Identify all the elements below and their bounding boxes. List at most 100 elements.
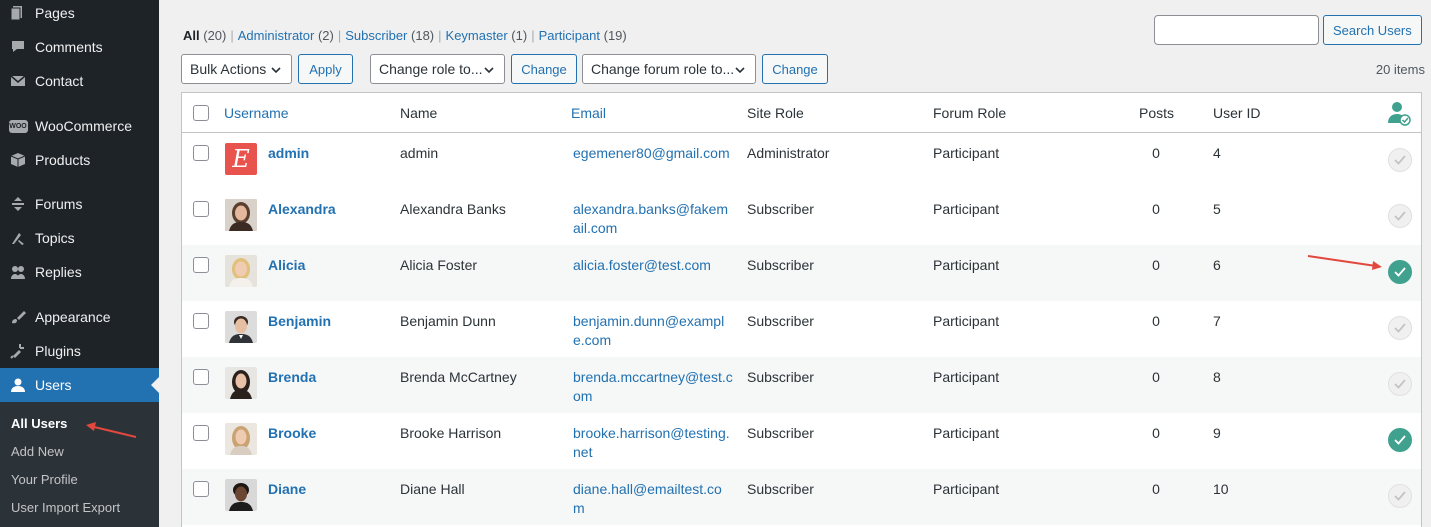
- apply-button[interactable]: Apply: [298, 54, 353, 84]
- username-link[interactable]: Benjamin: [268, 312, 331, 331]
- row-checkbox[interactable]: [193, 201, 209, 217]
- user-email[interactable]: alicia.foster@test.com: [573, 256, 733, 275]
- appearance-icon: [8, 307, 28, 327]
- table-row: Brenda Brenda McCartney brenda.mccartney…: [182, 357, 1421, 413]
- sidebar-item-label: WooCommerce: [35, 118, 132, 134]
- sidebar-item-woocommerce[interactable]: WOO WooCommerce: [0, 109, 159, 143]
- username-link[interactable]: Diane: [268, 480, 306, 499]
- row-checkbox[interactable]: [193, 481, 209, 497]
- verify-toggle[interactable]: [1388, 428, 1412, 452]
- forums-icon: [8, 194, 28, 214]
- filter-administrator[interactable]: Administrator: [238, 28, 315, 43]
- select-all-checkbox[interactable]: [193, 105, 209, 121]
- username-link[interactable]: Alicia: [268, 256, 305, 275]
- submenu-user-import-export[interactable]: User Import Export: [11, 500, 120, 515]
- sidebar-item-label: Users: [35, 377, 72, 393]
- filter-subscriber[interactable]: Subscriber: [345, 28, 407, 43]
- user-name: Alexandra Banks: [400, 201, 506, 217]
- sidebar-item-topics[interactable]: Topics: [0, 221, 159, 255]
- user-email[interactable]: benjamin.dunn@example.com: [573, 312, 733, 350]
- sidebar-item-label: Replies: [35, 264, 82, 280]
- user-email[interactable]: diane.hall@emailtest.com: [573, 480, 733, 518]
- user-email[interactable]: brooke.harrison@testing.net: [573, 424, 733, 462]
- sidebar-item-appearance[interactable]: Appearance: [0, 300, 159, 334]
- column-posts: Posts: [1139, 105, 1175, 121]
- verify-toggle[interactable]: [1388, 148, 1412, 172]
- table-row: E admin admin egemener80@gmail.com Admin…: [182, 133, 1421, 189]
- username-link[interactable]: Brooke: [268, 424, 316, 443]
- user-id: 7: [1213, 313, 1221, 329]
- row-checkbox[interactable]: [193, 145, 209, 161]
- column-email[interactable]: Email: [571, 105, 606, 121]
- products-icon: [8, 150, 28, 170]
- user-email[interactable]: brenda.mccartney@test.com: [573, 368, 733, 406]
- user-posts: 0: [1152, 201, 1160, 217]
- submenu-add-new[interactable]: Add New: [11, 444, 64, 459]
- user-id: 8: [1213, 369, 1221, 385]
- user-site-role: Subscriber: [747, 201, 814, 217]
- column-username[interactable]: Username: [224, 105, 289, 121]
- table-row: Alicia Alicia Foster alicia.foster@test.…: [182, 245, 1421, 301]
- sidebar-item-contact[interactable]: Contact: [0, 64, 159, 98]
- verify-toggle[interactable]: [1388, 484, 1412, 508]
- avatar: E: [225, 143, 257, 175]
- avatar: [225, 199, 257, 231]
- submenu-all-users[interactable]: All Users: [11, 416, 67, 431]
- search-users-button[interactable]: Search Users: [1323, 15, 1422, 45]
- column-name: Name: [400, 105, 438, 121]
- user-posts: 0: [1152, 481, 1160, 497]
- sidebar-item-label: Forums: [35, 196, 83, 212]
- annotation-arrow-verified: [1307, 255, 1382, 270]
- user-email[interactable]: egemener80@gmail.com: [573, 144, 733, 163]
- submenu-your-profile[interactable]: Your Profile: [11, 472, 78, 487]
- change-forum-role-select[interactable]: Change forum role to...: [582, 54, 756, 84]
- check-icon: [1394, 323, 1406, 333]
- sidebar-item-forums[interactable]: Forums: [0, 187, 159, 221]
- avatar: [225, 423, 257, 455]
- avatar: [225, 255, 257, 287]
- sidebar-item-label: Comments: [35, 39, 103, 55]
- row-checkbox[interactable]: [193, 313, 209, 329]
- change-forum-role-button[interactable]: Change: [762, 54, 828, 84]
- sidebar-item-comments[interactable]: Comments: [0, 30, 159, 64]
- row-checkbox[interactable]: [193, 257, 209, 273]
- row-checkbox[interactable]: [193, 425, 209, 441]
- verify-toggle[interactable]: [1388, 204, 1412, 228]
- sidebar-item-pages[interactable]: Pages: [0, 0, 159, 30]
- sidebar-item-products[interactable]: Products: [0, 143, 159, 177]
- bulk-actions-select[interactable]: Bulk Actions: [181, 54, 292, 84]
- user-forum-role: Participant: [933, 369, 1000, 385]
- column-forum-role: Forum Role: [933, 105, 1007, 121]
- filter-keymaster[interactable]: Keymaster: [446, 28, 508, 43]
- sidebar-item-plugins[interactable]: Plugins: [0, 334, 159, 368]
- change-role-button[interactable]: Change: [511, 54, 577, 84]
- user-forum-role: Participant: [933, 313, 1000, 329]
- check-icon: [1394, 379, 1406, 389]
- woocommerce-icon: WOO: [8, 116, 28, 136]
- search-input[interactable]: [1154, 15, 1319, 45]
- user-id: 9: [1213, 425, 1221, 441]
- user-posts: 0: [1152, 313, 1160, 329]
- row-checkbox[interactable]: [193, 369, 209, 385]
- filter-participant[interactable]: Participant: [539, 28, 600, 43]
- user-verified-icon: [1388, 102, 1411, 126]
- username-link[interactable]: Brenda: [268, 368, 316, 387]
- verify-toggle[interactable]: [1388, 372, 1412, 396]
- change-role-select[interactable]: Change role to...: [370, 54, 505, 84]
- username-link[interactable]: admin: [268, 144, 309, 163]
- sidebar-item-users[interactable]: Users: [0, 368, 159, 402]
- user-forum-role: Participant: [933, 425, 1000, 441]
- verify-toggle[interactable]: [1388, 316, 1412, 340]
- username-link[interactable]: Alexandra: [268, 200, 336, 219]
- filter-all[interactable]: All: [183, 28, 200, 43]
- avatar: [225, 311, 257, 343]
- sidebar-item-replies[interactable]: Replies: [0, 255, 159, 289]
- sidebar-item-label: Plugins: [35, 343, 81, 359]
- user-email[interactable]: alexandra.banks@fakemail.com: [573, 200, 733, 238]
- users-table: Username Name Email Site Role Forum Role…: [181, 92, 1422, 527]
- chevron-down-icon: [735, 67, 745, 74]
- table-row: Alexandra Alexandra Banks alexandra.bank…: [182, 189, 1421, 245]
- verify-toggle[interactable]: [1388, 260, 1412, 284]
- items-count: 20 items: [1375, 62, 1425, 77]
- contact-icon: [8, 71, 28, 91]
